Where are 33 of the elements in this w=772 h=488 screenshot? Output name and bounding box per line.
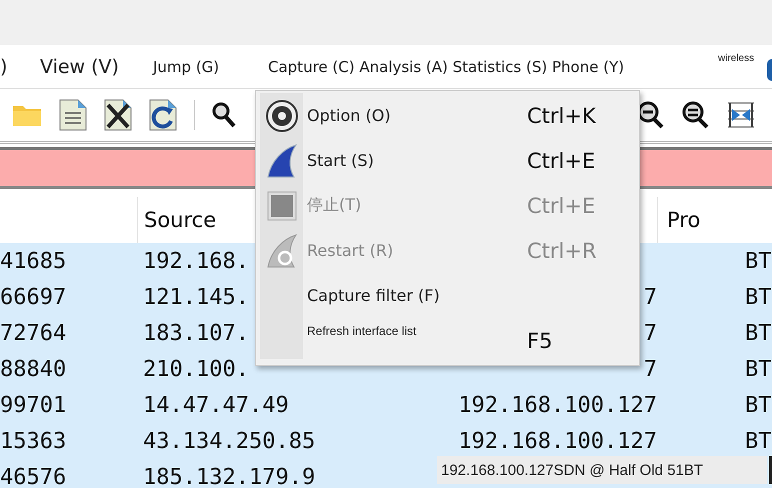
table-cell: BT [745,248,772,274]
table-cell: BT [745,392,772,418]
table-cell: 14.47.47.49 [143,392,289,418]
shortcut-label: F5 [527,328,552,352]
table-cell: 192.168.100.127 [458,428,657,454]
table-cell: BT [745,284,772,310]
menu-option: 停止(T) [307,195,527,216]
table-cell: BT [745,428,772,454]
table-cell: 99701 [0,392,66,418]
shortcut-label: Ctrl+E [527,194,596,218]
table-cell: 183.107. [143,320,249,346]
table-cell: 121.145. [143,284,249,310]
table-cell: 210.100. [143,356,249,382]
table-cell: 7 [644,320,657,346]
table-cell: 192.168.100.127 [458,392,657,418]
table-cell: 66697 [0,284,66,310]
shortcut-label: Ctrl+E [527,148,596,172]
table-cell: BT [745,320,772,346]
table-cell: 41685 [0,248,66,274]
table-cell: 88840 [0,356,66,382]
table-cell: 15363 [0,428,66,454]
table-cell: BT [745,356,772,382]
tooltip: 192.168.100.127SDN @ Half Old 51BT [437,456,767,484]
table-cell: 185.132.179.9 [143,464,316,488]
table-cell: 192.168. [143,248,249,274]
table-cell: 7 [644,284,657,310]
table-cell: 46576 [0,464,66,488]
shortcut-label: Ctrl+K [527,104,596,128]
menu-option: Restart (R) [307,241,527,260]
table-cell: 7 [644,356,657,382]
table-cell: 72764 [0,320,66,346]
shortcut-label: Ctrl+R [527,238,597,262]
table-cell: 43.134.250.85 [143,428,316,454]
